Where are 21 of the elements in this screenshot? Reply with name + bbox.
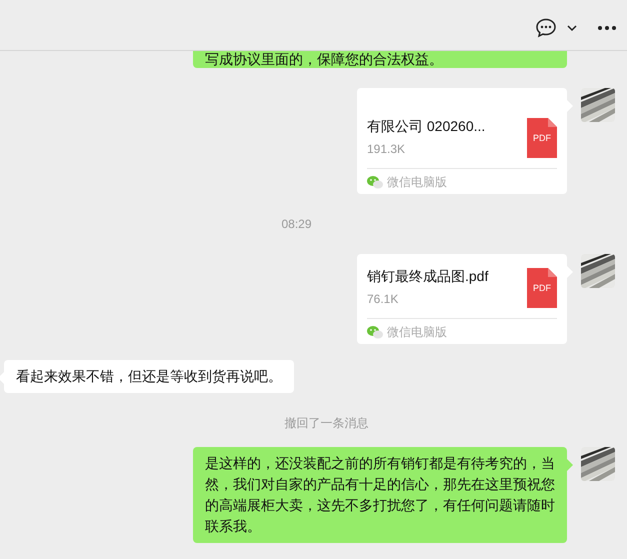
timestamp: 08:29 <box>281 216 312 232</box>
file-size: 191.3K <box>367 141 406 158</box>
message-bubble: 是这样的，还没装配之前的所有销钉都是有待考究的，当然，我们对自家的产品有十足的信心，那先在这里预祝您的高端展柜大卖，这先不多打扰您了，有任何问题请随时联系我。 <box>193 447 567 543</box>
wechat-icon <box>367 324 383 338</box>
pdf-label: PDF <box>532 282 552 294</box>
file-name: 销钉最终成品图.pdf <box>367 267 488 286</box>
file-icon <box>527 268 557 308</box>
recall-notice: 撤回了一条消息 <box>284 415 368 431</box>
source-label: 微信电脑版 <box>387 324 447 340</box>
chat-icon[interactable] <box>535 18 557 38</box>
source-label: 微信电脑版 <box>387 174 447 190</box>
message-bubble: 看起来效果不错，但还是等收到货再说吧。 <box>4 360 294 393</box>
pdf-label: PDF <box>532 132 552 144</box>
wechat-icon <box>367 174 383 188</box>
file-icon <box>527 118 557 158</box>
file-card[interactable]: 有限公司 020260... 191.3K PDF 微信电脑版 <box>357 88 567 194</box>
file-card[interactable]: 销钉最终成品图.pdf 76.1K PDF 微信电脑版 <box>357 254 567 344</box>
message-bubble: 写成协议里面的，保障您的合法权益。 <box>193 51 567 68</box>
file-size: 76.1K <box>367 291 400 308</box>
file-name: 有限公司 020260... <box>367 117 486 136</box>
bubble-tail <box>567 459 573 471</box>
